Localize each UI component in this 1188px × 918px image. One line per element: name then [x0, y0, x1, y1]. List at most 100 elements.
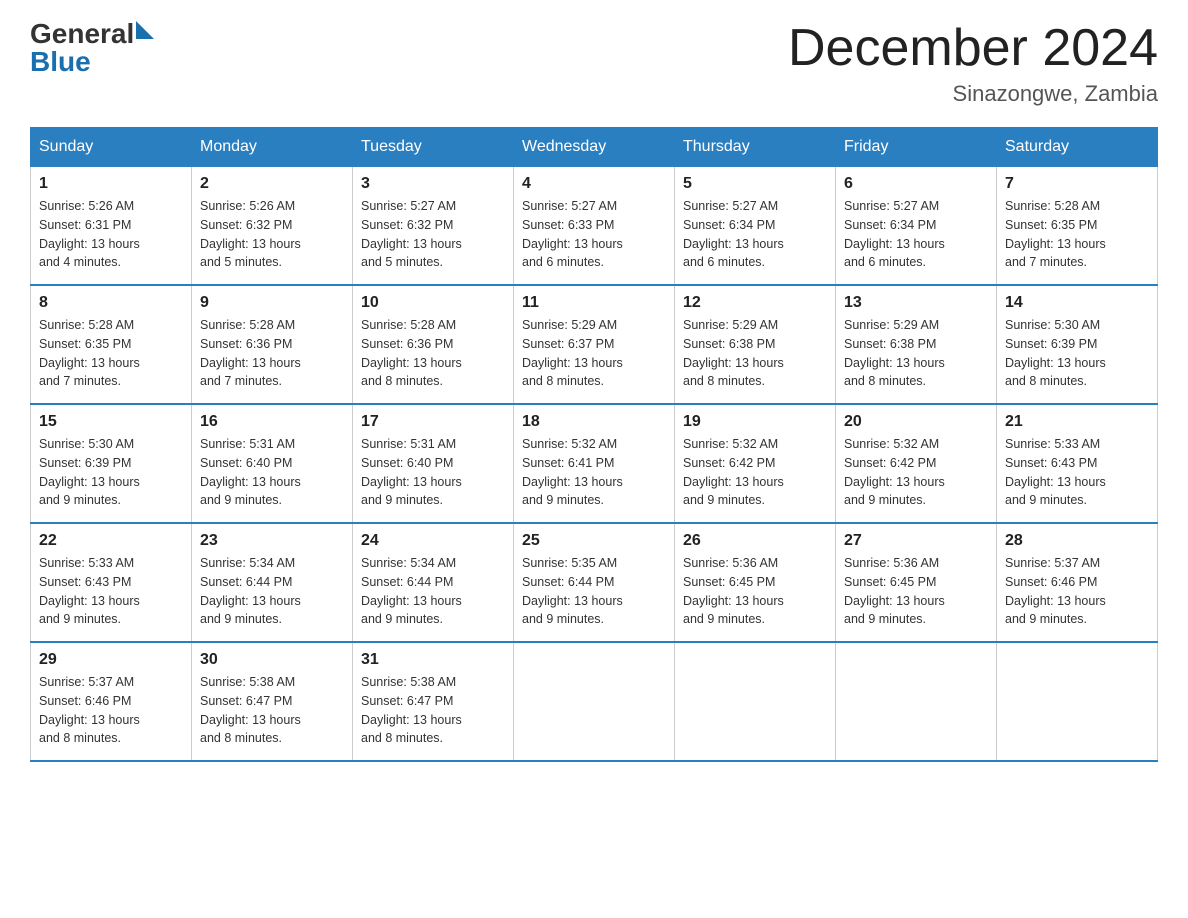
week-row-5: 29 Sunrise: 5:37 AM Sunset: 6:46 PM Dayli… [31, 642, 1158, 761]
day-info: Sunrise: 5:31 AM Sunset: 6:40 PM Dayligh… [200, 435, 344, 510]
day-number: 26 [683, 532, 827, 550]
day-cell: 16 Sunrise: 5:31 AM Sunset: 6:40 PM Dayli… [192, 404, 353, 523]
day-cell [836, 642, 997, 761]
day-number: 8 [39, 294, 183, 312]
day-info: Sunrise: 5:37 AM Sunset: 6:46 PM Dayligh… [1005, 554, 1149, 629]
location-subtitle: Sinazongwe, Zambia [788, 81, 1158, 107]
week-row-2: 8 Sunrise: 5:28 AM Sunset: 6:35 PM Daylig… [31, 285, 1158, 404]
day-cell: 6 Sunrise: 5:27 AM Sunset: 6:34 PM Daylig… [836, 167, 997, 286]
day-number: 29 [39, 651, 183, 669]
day-info: Sunrise: 5:37 AM Sunset: 6:46 PM Dayligh… [39, 673, 183, 748]
day-number: 27 [844, 532, 988, 550]
day-cell: 11 Sunrise: 5:29 AM Sunset: 6:37 PM Dayli… [514, 285, 675, 404]
week-row-4: 22 Sunrise: 5:33 AM Sunset: 6:43 PM Dayli… [31, 523, 1158, 642]
day-number: 5 [683, 175, 827, 193]
day-cell: 7 Sunrise: 5:28 AM Sunset: 6:35 PM Daylig… [997, 167, 1158, 286]
day-cell: 25 Sunrise: 5:35 AM Sunset: 6:44 PM Dayli… [514, 523, 675, 642]
day-number: 16 [200, 413, 344, 431]
day-info: Sunrise: 5:26 AM Sunset: 6:31 PM Dayligh… [39, 197, 183, 272]
day-info: Sunrise: 5:32 AM Sunset: 6:42 PM Dayligh… [683, 435, 827, 510]
day-cell: 21Sunrise: 5:33 AM Sunset: 6:43 PM Dayli… [997, 404, 1158, 523]
day-number: 15 [39, 413, 183, 431]
day-cell: 30Sunrise: 5:38 AM Sunset: 6:47 PM Dayli… [192, 642, 353, 761]
day-number: 17 [361, 413, 505, 431]
day-info: Sunrise: 5:29 AM Sunset: 6:37 PM Dayligh… [522, 316, 666, 391]
day-number: 11 [522, 294, 666, 312]
day-number: 25 [522, 532, 666, 550]
day-info: Sunrise: 5:36 AM Sunset: 6:45 PM Dayligh… [844, 554, 988, 629]
day-cell: 20 Sunrise: 5:32 AM Sunset: 6:42 PM Dayli… [836, 404, 997, 523]
day-cell: 18 Sunrise: 5:32 AM Sunset: 6:41 PM Dayli… [514, 404, 675, 523]
day-cell: 5Sunrise: 5:27 AM Sunset: 6:34 PM Daylig… [675, 167, 836, 286]
day-number: 1 [39, 175, 183, 193]
day-cell: 14Sunrise: 5:30 AM Sunset: 6:39 PM Dayli… [997, 285, 1158, 404]
day-cell [997, 642, 1158, 761]
day-info: Sunrise: 5:38 AM Sunset: 6:47 PM Dayligh… [200, 673, 344, 748]
day-info: Sunrise: 5:36 AM Sunset: 6:45 PM Dayligh… [683, 554, 827, 629]
day-cell: 9 Sunrise: 5:28 AM Sunset: 6:36 PM Daylig… [192, 285, 353, 404]
day-info: Sunrise: 5:38 AM Sunset: 6:47 PM Dayligh… [361, 673, 505, 748]
day-number: 7 [1005, 175, 1149, 193]
day-cell: 27 Sunrise: 5:36 AM Sunset: 6:45 PM Dayli… [836, 523, 997, 642]
week-row-3: 15 Sunrise: 5:30 AM Sunset: 6:39 PM Dayli… [31, 404, 1158, 523]
day-cell: 28 Sunrise: 5:37 AM Sunset: 6:46 PM Dayli… [997, 523, 1158, 642]
day-info: Sunrise: 5:29 AM Sunset: 6:38 PM Dayligh… [844, 316, 988, 391]
calendar-body: 1 Sunrise: 5:26 AM Sunset: 6:31 PM Daylig… [31, 167, 1158, 762]
day-cell: 31 Sunrise: 5:38 AM Sunset: 6:47 PM Dayli… [353, 642, 514, 761]
day-cell: 13Sunrise: 5:29 AM Sunset: 6:38 PM Dayli… [836, 285, 997, 404]
day-cell: 24Sunrise: 5:34 AM Sunset: 6:44 PM Dayli… [353, 523, 514, 642]
header-cell-sunday: Sunday [31, 128, 192, 167]
day-number: 28 [1005, 532, 1149, 550]
header-cell-thursday: Thursday [675, 128, 836, 167]
day-info: Sunrise: 5:28 AM Sunset: 6:35 PM Dayligh… [1005, 197, 1149, 272]
day-info: Sunrise: 5:28 AM Sunset: 6:35 PM Dayligh… [39, 316, 183, 391]
day-info: Sunrise: 5:29 AM Sunset: 6:38 PM Dayligh… [683, 316, 827, 391]
day-number: 3 [361, 175, 505, 193]
calendar-header: SundayMondayTuesdayWednesdayThursdayFrid… [31, 128, 1158, 167]
header-cell-tuesday: Tuesday [353, 128, 514, 167]
day-number: 12 [683, 294, 827, 312]
day-info: Sunrise: 5:30 AM Sunset: 6:39 PM Dayligh… [39, 435, 183, 510]
logo-triangle-icon [136, 21, 154, 39]
day-number: 23 [200, 532, 344, 550]
day-number: 10 [361, 294, 505, 312]
day-cell: 4 Sunrise: 5:27 AM Sunset: 6:33 PM Daylig… [514, 167, 675, 286]
day-info: Sunrise: 5:27 AM Sunset: 6:34 PM Dayligh… [844, 197, 988, 272]
day-cell: 3Sunrise: 5:27 AM Sunset: 6:32 PM Daylig… [353, 167, 514, 286]
day-cell [514, 642, 675, 761]
day-cell: 1 Sunrise: 5:26 AM Sunset: 6:31 PM Daylig… [31, 167, 192, 286]
day-number: 6 [844, 175, 988, 193]
day-cell: 26 Sunrise: 5:36 AM Sunset: 6:45 PM Dayli… [675, 523, 836, 642]
day-number: 9 [200, 294, 344, 312]
header-cell-friday: Friday [836, 128, 997, 167]
day-info: Sunrise: 5:31 AM Sunset: 6:40 PM Dayligh… [361, 435, 505, 510]
day-info: Sunrise: 5:26 AM Sunset: 6:32 PM Dayligh… [200, 197, 344, 272]
day-cell: 17 Sunrise: 5:31 AM Sunset: 6:40 PM Dayli… [353, 404, 514, 523]
day-info: Sunrise: 5:30 AM Sunset: 6:39 PM Dayligh… [1005, 316, 1149, 391]
day-number: 31 [361, 651, 505, 669]
day-number: 2 [200, 175, 344, 193]
day-cell: 2 Sunrise: 5:26 AM Sunset: 6:32 PM Daylig… [192, 167, 353, 286]
day-number: 4 [522, 175, 666, 193]
page-header: General Blue December 2024 Sinazongwe, Z… [30, 20, 1158, 107]
day-info: Sunrise: 5:28 AM Sunset: 6:36 PM Dayligh… [200, 316, 344, 391]
day-info: Sunrise: 5:32 AM Sunset: 6:41 PM Dayligh… [522, 435, 666, 510]
day-info: Sunrise: 5:35 AM Sunset: 6:44 PM Dayligh… [522, 554, 666, 629]
day-info: Sunrise: 5:34 AM Sunset: 6:44 PM Dayligh… [200, 554, 344, 629]
day-number: 18 [522, 413, 666, 431]
header-cell-wednesday: Wednesday [514, 128, 675, 167]
day-cell: 8 Sunrise: 5:28 AM Sunset: 6:35 PM Daylig… [31, 285, 192, 404]
day-number: 20 [844, 413, 988, 431]
day-info: Sunrise: 5:27 AM Sunset: 6:33 PM Dayligh… [522, 197, 666, 272]
month-title: December 2024 [788, 20, 1158, 77]
day-info: Sunrise: 5:33 AM Sunset: 6:43 PM Dayligh… [39, 554, 183, 629]
day-number: 19 [683, 413, 827, 431]
day-info: Sunrise: 5:32 AM Sunset: 6:42 PM Dayligh… [844, 435, 988, 510]
header-cell-monday: Monday [192, 128, 353, 167]
logo: General Blue [30, 20, 154, 76]
day-cell: 22 Sunrise: 5:33 AM Sunset: 6:43 PM Dayli… [31, 523, 192, 642]
day-cell: 15 Sunrise: 5:30 AM Sunset: 6:39 PM Dayli… [31, 404, 192, 523]
week-row-1: 1 Sunrise: 5:26 AM Sunset: 6:31 PM Daylig… [31, 167, 1158, 286]
day-cell: 19 Sunrise: 5:32 AM Sunset: 6:42 PM Dayli… [675, 404, 836, 523]
day-number: 22 [39, 532, 183, 550]
